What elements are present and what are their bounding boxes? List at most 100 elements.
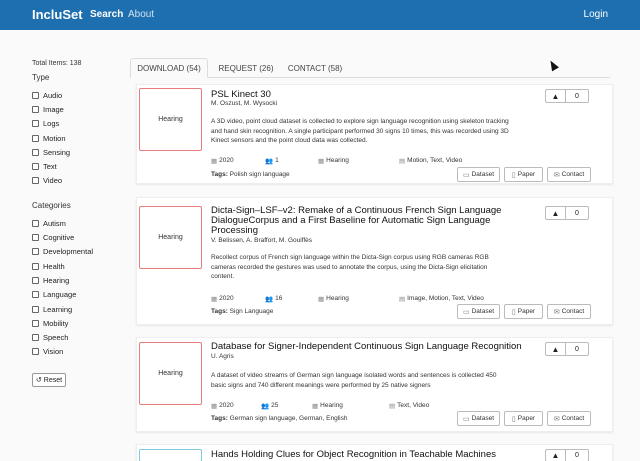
dataset-title[interactable]: PSL Kinect 30 [211, 89, 271, 100]
type-checkbox-text[interactable]: Text [32, 159, 122, 173]
dataset-card: Hearing PSL Kinect 30 M. Oszust, M. Wyso… [136, 84, 613, 184]
checkbox[interactable] [32, 105, 39, 113]
category-value: Hearing [326, 157, 349, 164]
nav-login-link[interactable]: Login [584, 9, 608, 20]
checkbox[interactable] [32, 291, 39, 299]
brand-logo[interactable]: IncluSet [32, 7, 83, 22]
category-thumbnail[interactable] [139, 449, 202, 461]
nav-about-link[interactable]: About [128, 9, 154, 20]
tags-value[interactable]: German sign language, German, English [230, 415, 348, 422]
dataset-description: A dataset of video streams of German sig… [211, 372, 497, 389]
category-checkbox-hearing[interactable]: Hearing [32, 273, 122, 287]
filter-sidebar: Total Items: 138 Type Audio Image Logs M… [32, 60, 122, 388]
upvote-icon[interactable]: ▲ [546, 343, 566, 355]
category-checkbox-language[interactable]: Language [32, 288, 122, 302]
checkbox-label: Autism [43, 218, 66, 228]
categories-filter-title: Categories [32, 201, 71, 211]
vote-widget: ▲ 0 [545, 449, 589, 461]
category-thumbnail[interactable]: Hearing [139, 342, 202, 405]
dataset-card: Hearing Dicta-Sign–LSF–v2: Remake of a C… [136, 197, 613, 325]
button-label: Dataset [471, 171, 495, 178]
dataset-button[interactable]: ▭ Dataset [457, 304, 500, 319]
upvote-icon[interactable]: ▲ [546, 207, 566, 219]
navbar: IncluSet Search About Login [0, 0, 640, 30]
checkbox[interactable] [32, 262, 39, 270]
checkbox[interactable] [32, 234, 39, 242]
reset-icon: ↺ [35, 377, 42, 385]
paper-button[interactable]: ▯ Paper [504, 167, 543, 182]
checkbox[interactable] [32, 248, 39, 256]
reset-button[interactable]: ↺ Reset [32, 373, 66, 388]
checkbox[interactable] [32, 148, 39, 156]
category-checkbox-health[interactable]: Health [32, 259, 122, 273]
tags-value[interactable]: Polish sign language [230, 171, 290, 178]
checkbox[interactable] [32, 348, 39, 356]
category-checkbox-speech[interactable]: Speech [32, 330, 122, 344]
participants-value: 16 [275, 295, 283, 302]
checkbox-label: Sensing [43, 147, 71, 157]
category-checkbox-developmental[interactable]: Developmental [32, 245, 122, 259]
button-label: Paper [517, 308, 536, 315]
category-checkbox-autism[interactable]: Autism [32, 216, 122, 230]
envelope-icon: ✉ [553, 308, 560, 316]
total-items: Total Items: 138 [32, 60, 82, 67]
category-checkbox-learning[interactable]: Learning [32, 302, 122, 316]
dataset-description: A 3D video, point cloud dataset is colle… [211, 118, 509, 144]
checkbox[interactable] [32, 120, 39, 128]
type-checkbox-image[interactable]: Image [32, 102, 122, 116]
people-icon: 👥 [265, 295, 274, 303]
file-icon: ▤ [389, 402, 396, 410]
paper-button[interactable]: ▯ Paper [504, 304, 543, 319]
checkbox[interactable] [32, 134, 39, 142]
dataset-authors: U. Agris [211, 353, 234, 360]
category-checkbox-vision[interactable]: Vision [32, 345, 122, 359]
file-icon: ▤ [399, 157, 406, 165]
tab-contact[interactable]: CONTACT (58) [282, 58, 348, 78]
grid-icon: ▦ [318, 157, 325, 165]
contact-button[interactable]: ✉ Contact [547, 167, 591, 182]
category-checkbox-mobility[interactable]: Mobility [32, 316, 122, 330]
checkbox[interactable] [32, 334, 39, 342]
category-checkbox-cognitive[interactable]: Cognitive [32, 230, 122, 244]
category-meta: ▦ Hearing [318, 155, 349, 166]
category-thumbnail[interactable]: Hearing [139, 88, 202, 151]
grid-icon: ▦ [318, 295, 325, 303]
dataset-title[interactable]: Database for Signer-Independent Continuo… [211, 341, 522, 352]
type-checkbox-audio[interactable]: Audio [32, 88, 122, 102]
tab-download[interactable]: DOWNLOAD (54) [130, 58, 208, 78]
checkbox[interactable] [32, 163, 39, 171]
type-checkbox-logs[interactable]: Logs [32, 117, 122, 131]
contact-button[interactable]: ✉ Contact [547, 411, 591, 426]
dataset-button[interactable]: ▭ Dataset [457, 411, 500, 426]
type-checkbox-motion[interactable]: Motion [32, 131, 122, 145]
vote-count: 0 [575, 345, 579, 353]
checkbox-label: Logs [43, 119, 60, 129]
type-checkbox-sensing[interactable]: Sensing [32, 145, 122, 159]
tab-request[interactable]: REQUEST (26) [210, 58, 282, 78]
participants-meta: 👥 16 [265, 293, 282, 304]
type-checkbox-video[interactable]: Video [32, 174, 122, 188]
vote-widget: ▲ 0 [545, 342, 589, 356]
checkbox[interactable] [32, 319, 39, 327]
data-types-value: Text, Video [397, 402, 430, 409]
tags-value[interactable]: Sign Language [230, 308, 274, 315]
button-label: Contact [561, 171, 585, 178]
participants-value: 25 [271, 402, 279, 409]
checkbox[interactable] [32, 276, 39, 284]
checkbox[interactable] [32, 219, 39, 227]
checkbox[interactable] [32, 91, 39, 99]
upvote-icon[interactable]: ▲ [546, 450, 566, 461]
checkbox[interactable] [32, 177, 39, 185]
checkbox[interactable] [32, 305, 39, 313]
dataset-tags: Tags: Sign Language [211, 308, 273, 315]
dataset-title-line[interactable]: Processing [211, 225, 258, 236]
category-thumbnail[interactable]: Hearing [139, 206, 202, 269]
paper-button[interactable]: ▯ Paper [504, 411, 543, 426]
dataset-title[interactable]: Hands Holding Clues for Object Recogniti… [211, 449, 496, 460]
year-value: 2020 [219, 402, 234, 409]
contact-button[interactable]: ✉ Contact [547, 304, 591, 319]
type-filter-title: Type [32, 73, 50, 82]
upvote-icon[interactable]: ▲ [546, 90, 566, 102]
dataset-button[interactable]: ▭ Dataset [457, 167, 500, 182]
nav-search-link[interactable]: Search [90, 9, 123, 20]
